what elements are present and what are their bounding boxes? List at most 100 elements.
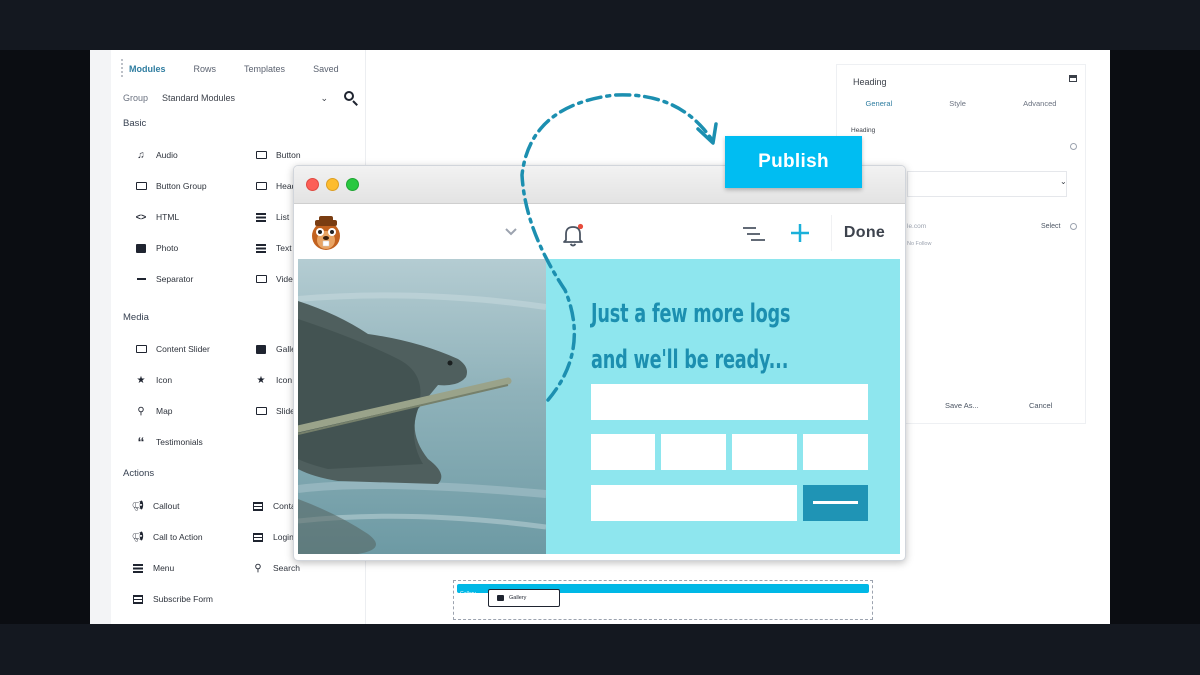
gear-icon[interactable]	[1070, 143, 1077, 150]
list-icon	[255, 211, 267, 223]
tab-rows[interactable]: Rows	[194, 64, 217, 74]
promo-input-2[interactable]	[661, 434, 726, 470]
link-input[interactable]: le.com	[907, 223, 926, 230]
tab-general[interactable]: General	[866, 99, 893, 108]
beaver-photo	[298, 259, 546, 554]
video-icon	[255, 273, 267, 285]
module-video[interactable]: Vide	[255, 272, 293, 286]
done-button[interactable]: Done	[831, 215, 897, 251]
module-content-slider[interactable]: Content Slider	[135, 342, 210, 356]
text-icon	[255, 242, 267, 254]
module-text[interactable]: Text	[255, 241, 292, 255]
separator-icon	[135, 273, 147, 285]
drag-handle[interactable]	[120, 58, 124, 78]
no-follow-checkbox[interactable]: No Follow	[907, 241, 931, 247]
select-link-button[interactable]: Select	[1041, 223, 1060, 230]
chevron-down-icon[interactable]: ⌄	[320, 93, 328, 104]
module-heading[interactable]: Head	[255, 179, 296, 193]
chevron-down-icon[interactable]: ⌄	[1060, 177, 1067, 186]
tag-select[interactable]	[907, 171, 1067, 197]
outline-list-icon[interactable]	[742, 226, 766, 242]
table-icon	[132, 593, 144, 605]
group-selector[interactable]: Group Standard Modules ⌄	[123, 88, 358, 108]
search-icon[interactable]	[344, 91, 358, 106]
code-icon: <>	[135, 212, 147, 222]
gear-icon[interactable]	[1070, 223, 1077, 230]
tab-modules[interactable]: Modules	[129, 64, 166, 74]
settings-tabs: General Style Advanced	[837, 99, 1085, 108]
promo-input-wide[interactable]	[591, 384, 868, 420]
module-subscribe-form[interactable]: Subscribe Form	[132, 592, 213, 606]
module-testimonials[interactable]: “ Testimonials	[135, 434, 203, 450]
module-contact-form[interactable]: Conta	[252, 499, 296, 513]
beaver-logo-icon[interactable]	[306, 214, 346, 252]
plus-icon[interactable]	[790, 223, 810, 243]
module-callout[interactable]: 📢︎ Callout	[131, 499, 180, 513]
cancel-button[interactable]: Cancel	[1029, 401, 1052, 410]
module-list[interactable]: List	[255, 210, 289, 224]
promo-headline: Just a few more logs and we'll be ready.…	[591, 291, 790, 383]
module-photo[interactable]: Photo	[135, 241, 178, 255]
music-note-icon: ♫	[137, 149, 145, 161]
module-slideshow[interactable]: Slide	[255, 404, 295, 418]
module-login[interactable]: Login	[252, 530, 294, 544]
tab-templates[interactable]: Templates	[244, 64, 285, 74]
module-button[interactable]: Button	[255, 148, 301, 162]
promo-line-2: and we'll be ready...	[591, 345, 789, 375]
button-icon	[255, 149, 267, 161]
publish-button[interactable]: Publish	[725, 136, 862, 188]
photo-icon	[135, 242, 147, 254]
browser-window: Done Just a few more logs and we'll be r…	[293, 165, 906, 561]
close-window-button[interactable]	[306, 178, 319, 191]
module-html[interactable]: <> HTML	[135, 210, 179, 224]
promo-line-1: Just a few more logs	[591, 299, 791, 329]
module-menu[interactable]: Menu	[132, 561, 174, 575]
button-group-icon	[135, 180, 147, 192]
group-value[interactable]: Standard Modules	[162, 93, 320, 103]
module-audio[interactable]: ♫ Audio	[135, 148, 178, 162]
promo-input-4[interactable]	[803, 434, 868, 470]
promo-input-email[interactable]	[591, 485, 797, 521]
heading-icon	[255, 180, 267, 192]
section-media: Media	[123, 312, 149, 323]
menu-icon	[132, 562, 144, 574]
module-gallery[interactable]: Galle	[255, 342, 296, 356]
module-call-to-action[interactable]: 📢︎ Call to Action	[132, 530, 203, 544]
section-actions: Actions	[123, 468, 155, 479]
module-icon[interactable]: ★ Icon	[135, 373, 173, 387]
zoom-window-button[interactable]	[346, 178, 359, 191]
megaphone-icon: 📢︎	[131, 500, 145, 512]
tab-advanced[interactable]: Advanced	[1023, 99, 1056, 108]
module-search[interactable]: ⚲ Search	[252, 561, 300, 575]
heading-field-label: Heading	[851, 127, 876, 134]
bell-icon[interactable]	[562, 223, 584, 247]
map-pin-icon: ⚲	[137, 405, 145, 417]
chevron-down-icon[interactable]	[504, 225, 518, 239]
module-icon-group[interactable]: ★ Icon	[255, 373, 293, 387]
tab-saved[interactable]: Saved	[313, 64, 339, 74]
promo-submit-button[interactable]	[803, 485, 868, 521]
promo-input-1[interactable]	[591, 434, 655, 470]
frame-left	[0, 50, 90, 624]
table-icon	[252, 500, 264, 512]
builder-toolbar: Done	[294, 204, 905, 259]
group-label: Group	[123, 93, 149, 103]
module-tabs: Modules Rows Templates Saved	[129, 64, 367, 74]
gallery-module-chip[interactable]: Gallery	[488, 589, 560, 607]
maximize-icon[interactable]	[1069, 75, 1077, 82]
frame-right	[1110, 50, 1200, 624]
minimize-window-button[interactable]	[326, 178, 339, 191]
star-icon: ★	[136, 374, 146, 386]
module-separator[interactable]: Separator	[135, 272, 193, 286]
table-icon	[252, 531, 264, 543]
gallery-icon	[497, 595, 504, 601]
module-map[interactable]: ⚲ Map	[135, 404, 172, 418]
search-icon: ⚲	[254, 562, 262, 574]
module-button-group[interactable]: Button Group	[135, 179, 207, 193]
tab-style[interactable]: Style	[949, 99, 966, 108]
megaphone-icon: 📢︎	[131, 531, 145, 543]
quote-icon: “	[137, 434, 145, 450]
promo-input-3[interactable]	[732, 434, 797, 470]
save-as-button[interactable]: Save As...	[945, 401, 979, 410]
slider-icon	[135, 343, 147, 355]
